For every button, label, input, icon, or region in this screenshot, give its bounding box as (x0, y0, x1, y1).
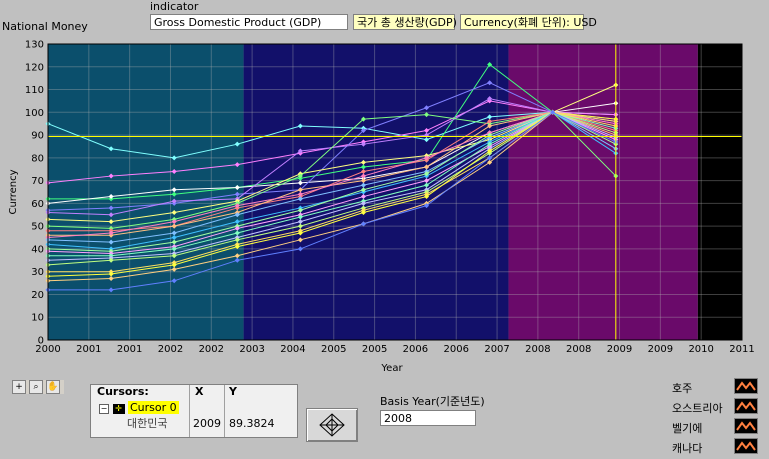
legend-label: 캐나다 (672, 442, 703, 455)
legend-item[interactable]: 캐나다 (666, 437, 766, 457)
x-tick-label: 2008 (566, 344, 591, 355)
x-tick-label: 2004 (280, 344, 305, 355)
x-tick-label: 2007 (484, 344, 509, 355)
y-tick-label: 90 (31, 131, 44, 142)
graph-title: National Money (2, 20, 88, 33)
plot-band (48, 44, 244, 340)
graph-toolbar: + ⌕ ✋ (12, 380, 64, 394)
cursor-marker-icon: ✛ (112, 404, 125, 414)
x-tick-label: 2001 (76, 344, 101, 355)
x-tick-label: 2011 (729, 344, 754, 355)
basis-year-label: Basis Year(기준년도) (380, 395, 485, 408)
legend-label: 호주 (672, 382, 693, 395)
y-tick-label: 60 (31, 199, 44, 210)
x-tick-label: 2005 (321, 344, 346, 355)
legend-label: 오스트리아 (672, 402, 723, 415)
x-tick-label: 2010 (688, 344, 713, 355)
x-tick-label: 2006 (444, 344, 469, 355)
plot-legend: 호주 오스트리아 벨기에 캐나다 (666, 377, 766, 457)
indicator-label: indicator (150, 0, 199, 13)
x-tick-label: 2008 (525, 344, 550, 355)
plot-swatch-icon[interactable] (734, 378, 758, 394)
y-axis-label: Currency (8, 169, 19, 214)
cursor-name[interactable]: Cursor 0 (128, 401, 179, 414)
cursors-header: Cursors: (97, 385, 149, 398)
cursor-x-value[interactable]: 2009 (193, 417, 221, 431)
cursor-country: 대한민국 (127, 417, 168, 430)
x-tick-label: 2000 (35, 344, 60, 355)
x-tick-label: 2001 (117, 344, 142, 355)
legend-label: 벨기에 (672, 422, 703, 435)
column-divider (224, 385, 225, 437)
plot-swatch-icon[interactable] (734, 398, 758, 414)
x-tick-label: 2003 (239, 344, 264, 355)
y-tick-label: 130 (25, 40, 44, 51)
cursor-move-button[interactable] (306, 408, 358, 442)
legend-item[interactable]: 벨기에 (666, 417, 766, 437)
y-tick-label: 10 (31, 313, 44, 324)
diamond-arrows-icon (319, 413, 345, 437)
pan-tool-button[interactable]: ✋ (46, 380, 60, 394)
y-tick-label: 100 (25, 108, 44, 119)
legend-item[interactable]: 오스트리아 (666, 397, 766, 417)
collapse-icon[interactable]: − (99, 404, 109, 414)
y-tick-label: 50 (31, 222, 44, 233)
x-tick-label: 2002 (158, 344, 183, 355)
y-tick-label: 80 (31, 153, 44, 164)
x-axis-label: Year (380, 363, 403, 374)
cursor-panel: Cursors: X Y − ✛ Cursor 0 대한민국 2009 89.3… (90, 384, 298, 438)
plot-band (243, 44, 509, 340)
plot-swatch-icon[interactable] (734, 438, 758, 454)
basis-year-input[interactable]: 2008 (380, 410, 476, 426)
column-divider (189, 385, 190, 437)
currency-tag: Currency(화폐 단위): USD (460, 14, 597, 30)
y-tick-label: 30 (31, 267, 44, 278)
y-tick-label: 40 (31, 244, 44, 255)
x-tick-label: 2009 (607, 344, 632, 355)
plot-swatch-icon[interactable] (734, 418, 758, 434)
x-tick-label: 2002 (199, 344, 224, 355)
x-tick-label: 2005 (362, 344, 387, 355)
zoom-tool-button[interactable]: ⌕ (29, 380, 43, 394)
cursor-row[interactable]: − ✛ Cursor 0 (99, 401, 179, 415)
legend-item[interactable]: 호주 (666, 377, 766, 397)
x-tick-label: 2006 (403, 344, 428, 355)
indicator-korean-tag: 국가 총 생산량(GDP) (353, 14, 457, 30)
x-tick-label: 2009 (648, 344, 673, 355)
cursor-y-value[interactable]: 89.3824 (229, 417, 275, 431)
x-header: X (195, 385, 204, 398)
y-tick-label: 20 (31, 290, 44, 301)
y-tick-label: 120 (25, 62, 44, 73)
y-tick-label: 110 (25, 85, 44, 96)
y-header: Y (229, 385, 237, 398)
plot-band (697, 44, 742, 340)
gdp-chart[interactable]: 01020304050607080901001101201302000 2001 2… (0, 36, 769, 376)
indicator-field[interactable]: Gross Domestic Product (GDP) (150, 14, 348, 30)
y-tick-label: 70 (31, 176, 44, 187)
plot-band (508, 44, 698, 340)
cursor-tool-button[interactable]: + (12, 380, 26, 394)
